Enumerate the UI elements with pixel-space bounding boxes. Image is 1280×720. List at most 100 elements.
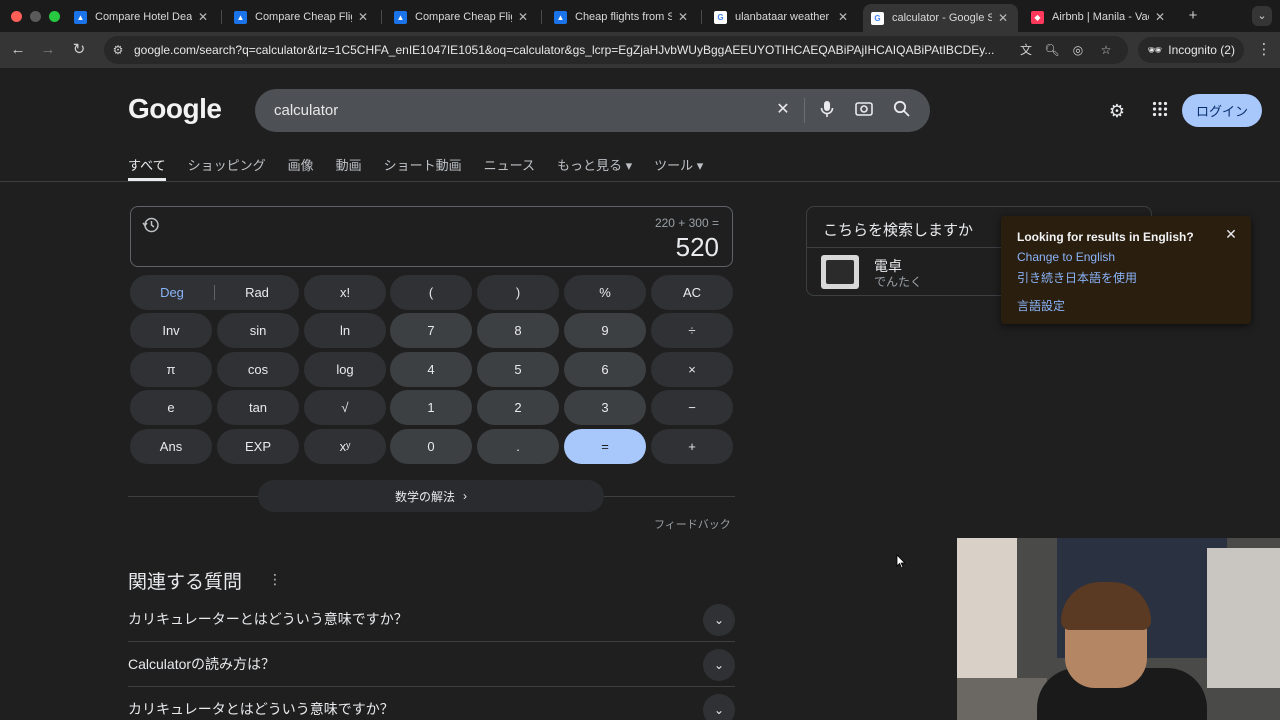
chevron-down-icon[interactable]: ⌄ [703, 604, 735, 636]
ln-key[interactable]: ln [304, 313, 386, 348]
tan-key[interactable]: tan [217, 390, 299, 425]
more-options-icon[interactable]: ⋮ [268, 571, 282, 588]
deg-button[interactable]: Deg [130, 285, 214, 300]
open-paren-key[interactable]: ( [390, 275, 472, 310]
chevron-down-icon[interactable]: ⌄ [703, 649, 735, 681]
related-question[interactable]: カリキュレーターとはどういう意味ですか？ ⌄ [128, 598, 735, 642]
google-logo[interactable]: Google [128, 93, 222, 125]
search-box[interactable]: calculator ✕ [255, 89, 930, 132]
browser-tab-active[interactable]: G calculator - Google S ✕ [863, 4, 1018, 32]
eye-off-icon[interactable]: ◎ [1070, 42, 1086, 58]
digit-4-key[interactable]: 4 [390, 352, 472, 387]
bookmark-star-icon[interactable]: ☆ [1098, 42, 1114, 58]
exp-key[interactable]: EXP [217, 429, 299, 464]
inv-key[interactable]: Inv [130, 313, 212, 348]
language-settings-link[interactable]: 言語設定 [1017, 297, 1065, 314]
close-window-button[interactable] [11, 11, 22, 22]
clear-icon[interactable]: ✕ [773, 100, 793, 120]
digit-3-key[interactable]: 3 [564, 390, 646, 425]
browser-toolbar: ← → ↻ ⚙ google.com/search?q=calculator&r… [0, 32, 1280, 68]
tab-news[interactable]: ニュース [484, 155, 535, 181]
related-question[interactable]: カリキュレータとはどういう意味ですか？ ⌄ [128, 688, 735, 720]
new-tab-icon[interactable]: + [1183, 6, 1203, 26]
browser-tab[interactable]: ▲ Cheap flights from S ✕ [546, 4, 698, 30]
tab-tools[interactable]: ツール ▾ [654, 155, 703, 181]
close-tab-icon[interactable]: ✕ [516, 10, 530, 24]
calculator-thumbnail[interactable] [821, 255, 859, 289]
settings-gear-icon[interactable]: ⚙ [1105, 99, 1129, 123]
digit-5-key[interactable]: 5 [477, 352, 559, 387]
login-button[interactable]: ログイン [1182, 94, 1262, 127]
all-clear-key[interactable]: AC [651, 275, 733, 310]
digit-6-key[interactable]: 6 [564, 352, 646, 387]
back-icon[interactable]: ← [8, 40, 28, 60]
digit-7-key[interactable]: 7 [390, 313, 472, 348]
percent-key[interactable]: % [564, 275, 646, 310]
apps-grid-icon[interactable] [1148, 99, 1172, 123]
incognito-button[interactable]: 🕶︎ Incognito (2) [1138, 37, 1244, 63]
digit-1-key[interactable]: 1 [390, 390, 472, 425]
close-tab-icon[interactable]: ✕ [356, 10, 370, 24]
plus-key[interactable]: + [651, 429, 733, 464]
divide-key[interactable]: ÷ [651, 313, 733, 348]
equals-key[interactable]: = [564, 429, 646, 464]
site-info-icon[interactable]: ⚙ [110, 42, 126, 58]
browser-tab[interactable]: G ulanbataar weather - ✕ [706, 4, 858, 30]
math-solver-button[interactable]: 数学の解法 › [258, 480, 604, 512]
ans-key[interactable]: Ans [130, 429, 212, 464]
sqrt-key[interactable]: √ [304, 390, 386, 425]
rad-button[interactable]: Rad [215, 285, 299, 300]
tab-more[interactable]: もっと見る ▾ [557, 155, 632, 181]
tab-all[interactable]: すべて [128, 155, 166, 181]
close-icon[interactable]: ✕ [1223, 226, 1239, 242]
browser-tab[interactable]: ▲ Compare Cheap Flights ✕ [226, 4, 378, 30]
euler-key[interactable]: e [130, 390, 212, 425]
close-tab-icon[interactable]: ✕ [836, 10, 850, 24]
microphone-icon[interactable] [817, 100, 837, 120]
translate-icon[interactable]: 文 [1018, 42, 1034, 58]
chevron-down-icon[interactable]: ⌄ [703, 694, 735, 720]
close-tab-icon[interactable]: ✕ [196, 10, 210, 24]
cos-key[interactable]: cos [217, 352, 299, 387]
browser-tab[interactable]: ▲ Compare Cheap Flights ✕ [386, 4, 538, 30]
forward-icon[interactable]: → [38, 40, 58, 60]
search-icon[interactable] [891, 100, 911, 120]
multiply-key[interactable]: × [651, 352, 733, 387]
reload-icon[interactable]: ↻ [69, 40, 89, 60]
history-icon[interactable] [142, 216, 160, 234]
search-input[interactable]: calculator [274, 102, 338, 119]
close-tab-icon[interactable]: ✕ [676, 10, 690, 24]
close-tab-icon[interactable]: ✕ [996, 11, 1010, 25]
close-paren-key[interactable]: ) [477, 275, 559, 310]
tab-images[interactable]: 画像 [288, 155, 314, 181]
digit-2-key[interactable]: 2 [477, 390, 559, 425]
power-key[interactable]: xʸ [304, 429, 386, 464]
address-bar[interactable]: ⚙ google.com/search?q=calculator&rlz=1C5… [104, 36, 1128, 64]
log-key[interactable]: log [304, 352, 386, 387]
zoom-icon[interactable]: 🔍︎ [1044, 42, 1060, 58]
tab-videos[interactable]: 動画 [336, 155, 362, 181]
decimal-key[interactable]: . [477, 429, 559, 464]
digit-0-key[interactable]: 0 [390, 429, 472, 464]
menu-icon[interactable]: ⋮ [1254, 40, 1274, 60]
minimize-window-button[interactable] [30, 11, 41, 22]
browser-tab[interactable]: ◆ Airbnb | Manila - Vac ✕ [1023, 4, 1175, 30]
tab-short-videos[interactable]: ショート動画 [384, 155, 462, 181]
tab-search-icon[interactable]: ⌄ [1252, 6, 1272, 26]
feedback-link[interactable]: フィードバック [654, 516, 731, 532]
related-question[interactable]: Calculatorの読み方は？ ⌄ [128, 643, 735, 687]
digit-8-key[interactable]: 8 [477, 313, 559, 348]
tab-shopping[interactable]: ショッピング [188, 155, 266, 181]
digit-9-key[interactable]: 9 [564, 313, 646, 348]
factorial-key[interactable]: x! [304, 275, 386, 310]
camera-lens-icon[interactable] [854, 100, 874, 120]
maximize-window-button[interactable] [49, 11, 60, 22]
close-tab-icon[interactable]: ✕ [1153, 10, 1167, 24]
change-to-english-link[interactable]: Change to English [1017, 250, 1115, 264]
deg-rad-toggle[interactable]: Deg Rad [130, 275, 299, 310]
pi-key[interactable]: π [130, 352, 212, 387]
browser-tab[interactable]: ▲ Compare Hotel Deals ✕ [66, 4, 218, 30]
minus-key[interactable]: − [651, 390, 733, 425]
keep-japanese-link[interactable]: 引き続き日本語を使用 [1017, 269, 1137, 286]
sin-key[interactable]: sin [217, 313, 299, 348]
